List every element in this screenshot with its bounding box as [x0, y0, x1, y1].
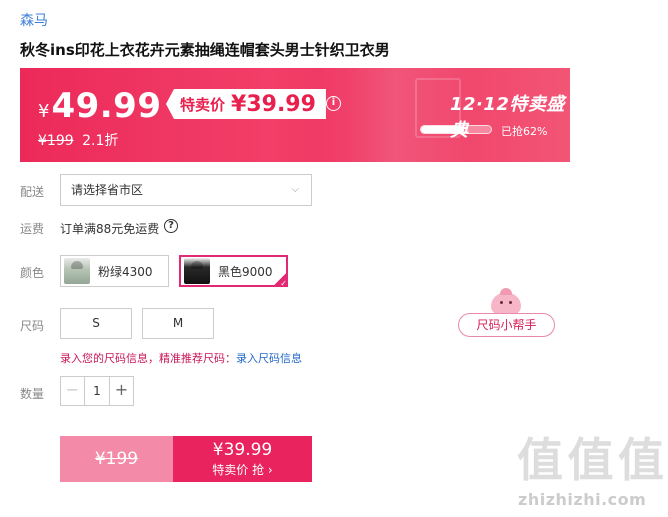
color-label: 颜色 [20, 266, 45, 280]
chevron-down-icon: ⌵ [291, 184, 299, 195]
special-price-label: 特卖价 [180, 95, 226, 114]
price-banner: ¥ 49.99 特卖价 ¥39.99 i ¥199 2.1折 12·12特卖盛典… [20, 68, 570, 162]
product-title: 秋冬ins印花上衣花卉元素抽绳连帽套头男士针织卫衣男 [20, 41, 390, 59]
mascot-icon [491, 288, 521, 315]
watermark-text: zhizhizhi.com [518, 490, 647, 509]
delivery-label: 配送 [20, 185, 45, 199]
region-select[interactable]: 请选择省市区 ⌵ [60, 174, 312, 206]
yen-symbol: ¥ [38, 101, 50, 122]
brand-link[interactable]: 森马 [20, 10, 48, 30]
decrement-button[interactable]: − [61, 377, 85, 405]
color-option-label: 粉绿4300 [98, 264, 153, 279]
watermark-char: 值 [618, 433, 664, 487]
shipping-label: 运费 [20, 222, 45, 236]
size-tip-text: 录入您的尺码信息，精准推荐尺码： [60, 352, 236, 365]
quantity-label: 数量 [20, 387, 45, 401]
special-price-tag: 特卖价 ¥39.99 [166, 89, 326, 119]
original-price-button[interactable]: ¥199 [60, 436, 173, 482]
price-value: 49.99 [51, 86, 162, 126]
size-option-m[interactable]: M [142, 308, 214, 339]
hoodie-thumbnail [64, 258, 90, 284]
region-select-placeholder: 请选择省市区 [71, 183, 144, 197]
color-option-black[interactable]: 黑色9000 [179, 255, 288, 288]
color-option-label: 黑色9000 [218, 264, 273, 279]
hoodie-thumbnail [184, 258, 210, 284]
shipping-text: 订单满88元免运费 [60, 222, 160, 236]
original-price: ¥199 [38, 133, 74, 149]
sold-progress-fill [421, 126, 465, 133]
discount-label: 2.1折 [82, 133, 119, 149]
size-option-s[interactable]: S [60, 308, 132, 339]
buy-price: ¥39.99 [212, 440, 273, 460]
watermark-char: 值 [567, 433, 614, 487]
current-price: ¥ 49.99 [38, 86, 162, 126]
quantity-value[interactable]: 1 [85, 377, 109, 405]
size-tip: 录入您的尺码信息，精准推荐尺码：录入尺码信息 [60, 350, 302, 366]
watermark-logo: 值 值 值 [517, 433, 664, 488]
original-price-row: ¥199 2.1折 [38, 130, 118, 150]
increment-button[interactable]: + [109, 377, 133, 405]
buy-now-button[interactable]: ¥39.99 特卖价 抢 › [173, 436, 312, 482]
size-info-link[interactable]: 录入尺码信息 [236, 352, 302, 365]
question-icon[interactable]: ? [164, 219, 178, 233]
selected-check-icon [273, 272, 287, 288]
buy-label: 特卖价 抢 › [212, 463, 273, 477]
special-price-value: ¥39.99 [231, 91, 316, 117]
buy-button-group: ¥199 ¥39.99 特卖价 抢 › [60, 436, 312, 482]
size-helper-button[interactable]: 尺码小帮手 [458, 313, 555, 337]
sold-progress-bar [420, 125, 492, 134]
quantity-stepper: − 1 + [60, 376, 134, 406]
sold-progress-label: 已抢62% [501, 125, 548, 138]
size-label: 尺码 [20, 319, 45, 333]
watermark-char: 值 [517, 433, 563, 487]
color-option-green[interactable]: 粉绿4300 [60, 255, 169, 287]
info-icon[interactable]: i [326, 96, 341, 111]
